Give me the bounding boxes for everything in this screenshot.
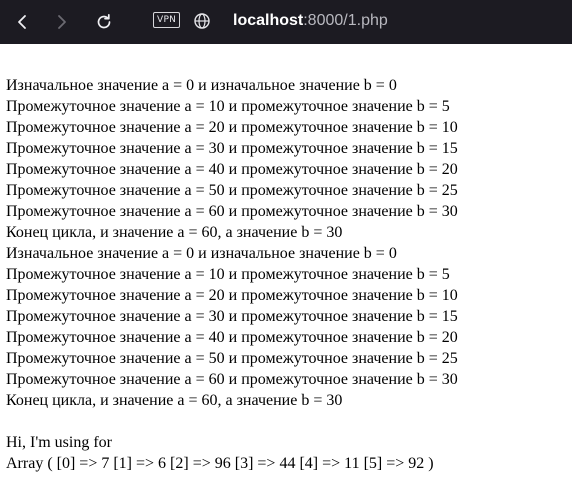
url-path: :8000/1.php — [303, 12, 388, 29]
output-line: Промежуточное значение a = 60 и промежут… — [6, 371, 458, 388]
output-line: Изначальное значение a = 0 и изначальное… — [6, 245, 397, 262]
array-dump: Array ( [0] => 7 [1] => 6 [2] => 96 [3] … — [6, 455, 434, 472]
forward-icon — [58, 15, 66, 29]
address-bar[interactable]: localhost:8000/1.php — [233, 11, 388, 31]
back-icon — [18, 15, 26, 29]
output-line: Промежуточное значение a = 40 и промежут… — [6, 329, 458, 346]
output-line: Промежуточное значение a = 30 и промежут… — [6, 140, 458, 157]
output-line: Промежуточное значение a = 50 и промежут… — [6, 350, 458, 367]
globe-icon[interactable] — [193, 12, 211, 30]
back-button[interactable] — [4, 0, 40, 44]
output-line: Промежуточное значение a = 30 и промежут… — [6, 308, 458, 325]
output-line: Промежуточное значение a = 10 и промежут… — [6, 98, 450, 115]
reload-button[interactable] — [86, 0, 122, 44]
output-line: Промежуточное значение a = 20 и промежут… — [6, 119, 458, 136]
output-line: Конец цикла, и значение a = 60, а значен… — [6, 392, 343, 409]
output-line: Промежуточное значение a = 20 и промежут… — [6, 287, 458, 304]
forward-button[interactable] — [44, 0, 80, 44]
reload-icon — [97, 13, 111, 29]
output-line: Промежуточное значение a = 50 и промежут… — [6, 182, 458, 199]
output-line: Промежуточное значение a = 60 и промежут… — [6, 203, 458, 220]
vpn-badge[interactable]: VPN — [153, 12, 181, 28]
output-line: Промежуточное значение a = 40 и промежут… — [6, 161, 458, 178]
browser-toolbar: VPN localhost:8000/1.php — [0, 0, 572, 44]
greeting-text: Hi, I'm using for — [6, 434, 112, 451]
url-host: localhost — [233, 12, 304, 29]
output-line: Изначальное значение a = 0 и изначальное… — [6, 77, 397, 94]
page-output: Изначальное значение a = 0 и изначальное… — [6, 75, 458, 474]
output-line: Промежуточное значение a = 10 и промежут… — [6, 266, 450, 283]
output-line: Конец цикла, и значение a = 60, а значен… — [6, 224, 343, 241]
line-break — [6, 411, 458, 432]
